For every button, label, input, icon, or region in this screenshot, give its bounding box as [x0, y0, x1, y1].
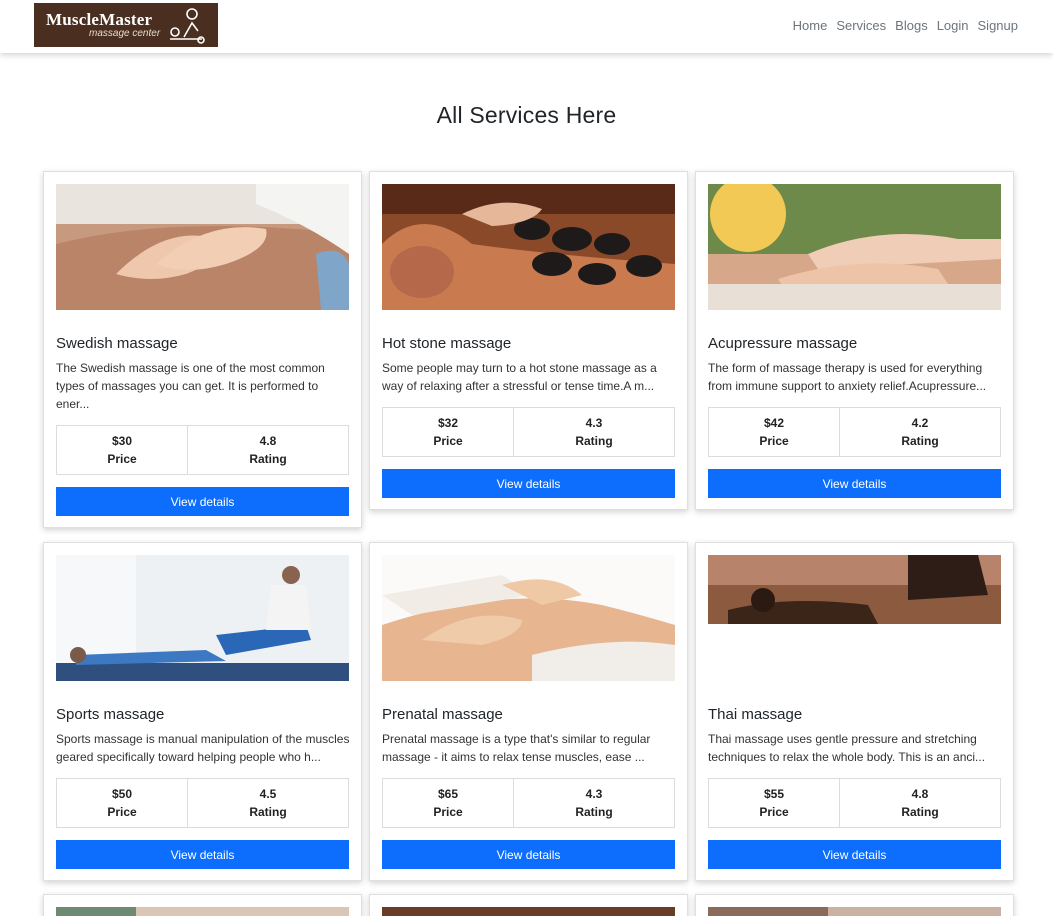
service-description: Prenatal massage is a type that's simila…: [382, 732, 651, 764]
service-card-hot-stone: Hot stone massage Some people may turn t…: [369, 171, 688, 510]
service-stats: $32 Price 4.3 Rating: [382, 407, 675, 457]
brand-tagline: massage center: [89, 28, 161, 39]
page-title: All Services Here: [436, 102, 617, 128]
price-label: Price: [433, 434, 463, 448]
service-stats: $42 Price 4.2 Rating: [708, 407, 1001, 457]
rating-label: Rating: [575, 805, 613, 819]
service-card-thai: Thai massage Thai massage uses gentle pr…: [695, 542, 1014, 881]
service-image-hot-stone: [382, 184, 675, 310]
service-description: Some people may turn to a hot stone mass…: [382, 361, 657, 393]
price-value: $55: [763, 787, 785, 801]
service-image-partial: [382, 907, 675, 916]
nav-links: Home Services Blogs Login Signup: [793, 18, 1018, 33]
service-card-partial: [43, 894, 362, 916]
rating-cell: 4.5 Rating: [188, 779, 348, 827]
rating-cell: 4.8 Rating: [188, 426, 348, 474]
service-image-thai: [708, 555, 1001, 624]
navbar: MuscleMaster massage center Home Service…: [0, 0, 1053, 53]
service-stats: $55 Price 4.8 Rating: [708, 778, 1001, 828]
nav-signup[interactable]: Signup: [978, 18, 1018, 33]
rating-cell: 4.3 Rating: [514, 408, 674, 456]
view-details-button[interactable]: View details: [56, 487, 349, 516]
service-stats: $65 Price 4.3 Rating: [382, 778, 675, 828]
view-details-button[interactable]: View details: [382, 840, 675, 869]
service-title: Acupressure massage: [708, 335, 858, 352]
price-cell: $42 Price: [709, 408, 840, 456]
price-value: $50: [111, 787, 133, 801]
rating-label: Rating: [249, 452, 287, 466]
rating-value: 4.3: [585, 787, 603, 801]
rating-value: 4.5: [259, 787, 277, 801]
view-details-button[interactable]: View details: [708, 840, 1001, 869]
price-label: Price: [759, 805, 789, 819]
service-card-swedish: Swedish massage The Swedish massage is o…: [43, 171, 362, 528]
rating-label: Rating: [249, 805, 287, 819]
price-cell: $30 Price: [57, 426, 188, 474]
service-title: Hot stone massage: [382, 335, 512, 352]
service-image-acupressure: [708, 184, 1001, 310]
price-cell: $50 Price: [57, 779, 188, 827]
service-card-partial: [369, 894, 688, 916]
service-stats: $30 Price 4.8 Rating: [56, 425, 349, 475]
service-description: Thai massage uses gentle pressure and st…: [708, 732, 986, 764]
view-details-button[interactable]: View details: [382, 469, 675, 498]
view-details-button[interactable]: View details: [708, 469, 1001, 498]
service-stats: $50 Price 4.5 Rating: [56, 778, 349, 828]
service-image-partial: [56, 907, 349, 916]
price-value: $32: [437, 416, 459, 430]
nav-blogs[interactable]: Blogs: [895, 18, 928, 33]
price-value: $42: [763, 416, 785, 430]
masseur-icon: [170, 8, 205, 44]
service-description: Sports massage is manual manipulation of…: [56, 732, 350, 764]
price-value: $30: [111, 434, 133, 448]
rating-label: Rating: [901, 805, 939, 819]
rating-value: 4.3: [585, 416, 603, 430]
service-card-acupressure: Acupressure massage The form of massage …: [695, 171, 1014, 510]
price-cell: $55 Price: [709, 779, 840, 827]
service-card-partial: [695, 894, 1014, 916]
rating-cell: 4.3 Rating: [514, 779, 674, 827]
rating-label: Rating: [901, 434, 939, 448]
rating-value: 4.8: [259, 434, 277, 448]
service-title: Sports massage: [56, 706, 165, 723]
price-label: Price: [759, 434, 789, 448]
service-image-swedish: [56, 184, 349, 310]
rating-value: 4.2: [911, 416, 929, 430]
service-image-prenatal: [382, 555, 675, 681]
nav-home[interactable]: Home: [793, 18, 828, 33]
service-title: Swedish massage: [56, 335, 178, 352]
rating-cell: 4.2 Rating: [840, 408, 1000, 456]
nav-login[interactable]: Login: [937, 18, 969, 33]
service-title: Thai massage: [708, 706, 803, 723]
service-image-partial: [708, 907, 1001, 916]
price-cell: $32 Price: [383, 408, 514, 456]
service-description: The form of massage therapy is used for …: [708, 361, 987, 393]
price-label: Price: [107, 452, 137, 466]
nav-services[interactable]: Services: [836, 18, 886, 33]
price-label: Price: [433, 805, 463, 819]
price-value: $65: [437, 787, 459, 801]
service-title: Prenatal massage: [382, 706, 503, 723]
price-label: Price: [107, 805, 137, 819]
service-image-sports: [56, 555, 349, 681]
rating-value: 4.8: [911, 787, 929, 801]
view-details-button[interactable]: View details: [56, 840, 349, 869]
price-cell: $65 Price: [383, 779, 514, 827]
brand-name: MuscleMaster: [46, 10, 153, 29]
rating-label: Rating: [575, 434, 613, 448]
rating-cell: 4.8 Rating: [840, 779, 1000, 827]
service-card-sports: Sports massage Sports massage is manual …: [43, 542, 362, 881]
brand-logo[interactable]: MuscleMaster massage center: [34, 3, 218, 47]
service-description: The Swedish massage is one of the most c…: [56, 361, 325, 411]
service-card-prenatal: Prenatal massage Prenatal massage is a t…: [369, 542, 688, 881]
